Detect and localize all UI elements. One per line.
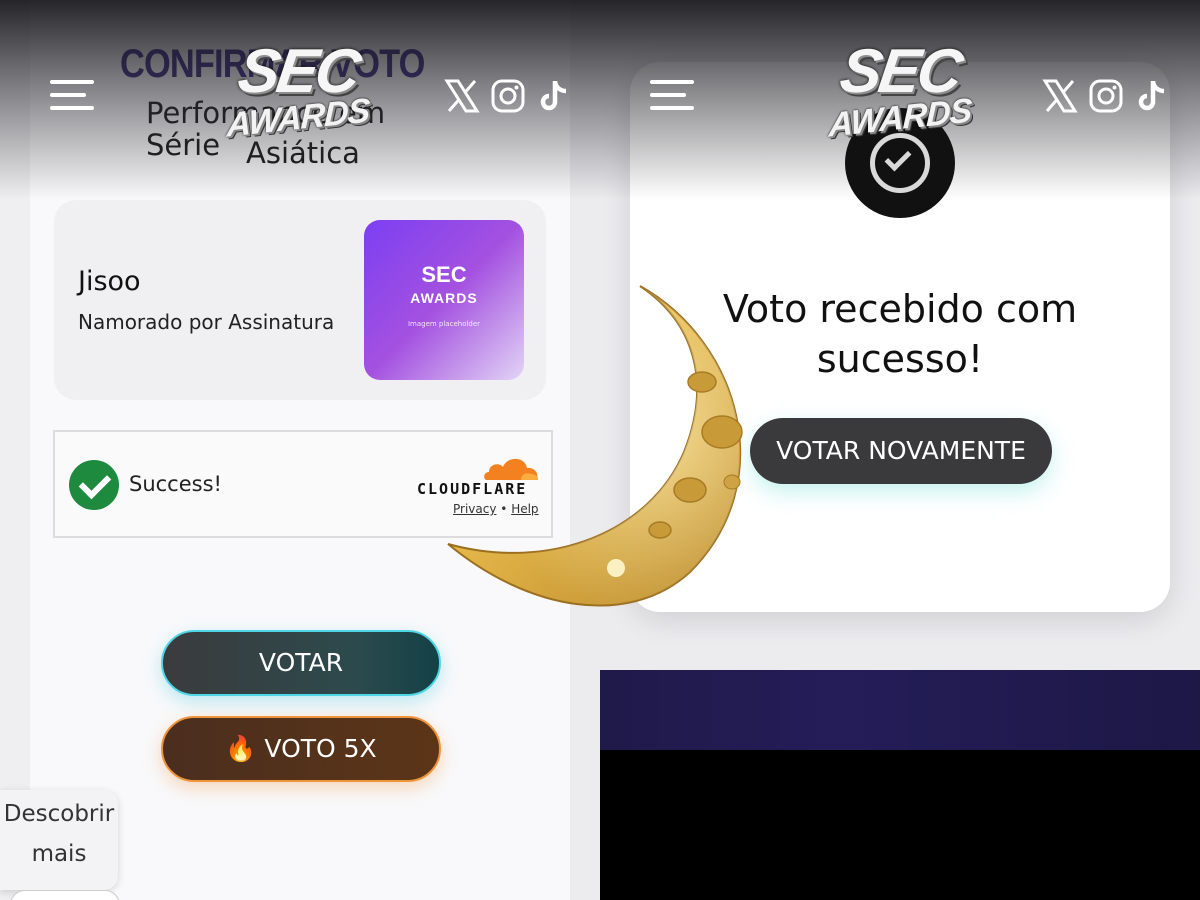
menu-icon[interactable] [50,80,98,114]
vote-5x-button[interactable]: 🔥 VOTO 5X [161,716,441,782]
logo-sec-text: SEC [233,37,363,106]
vote-button[interactable]: VOTAR [161,630,441,696]
sec-awards-logo[interactable]: SEC AWARDS [820,37,980,145]
discover-more-button[interactable]: Descobrir mais [0,790,118,890]
banner-strip [600,670,1200,750]
logo-sec-text: SEC [835,37,965,106]
candidate-name: Jisoo [78,266,141,297]
candidate-work: Namorado por Assinatura [78,310,335,334]
tiktok-icon[interactable] [536,78,570,114]
instagram-icon[interactable] [1088,78,1124,114]
instagram-icon[interactable] [490,78,526,114]
vote-again-button[interactable]: VOTAR NOVAMENTE [750,418,1052,484]
x-icon[interactable] [444,78,480,114]
tiktok-icon[interactable] [1134,78,1170,114]
success-check-icon [69,460,119,510]
menu-icon[interactable] [650,80,698,114]
footer-area [600,750,1200,900]
x-icon[interactable] [1042,78,1078,114]
discover-label-1: Descobrir [3,801,115,827]
discover-label-2: mais [31,841,87,867]
crescent-moon-sticker [447,285,743,607]
sec-awards-logo[interactable]: SEC AWARDS [218,37,378,145]
captcha-status: Success! [129,472,222,496]
discover-pill [10,890,120,900]
